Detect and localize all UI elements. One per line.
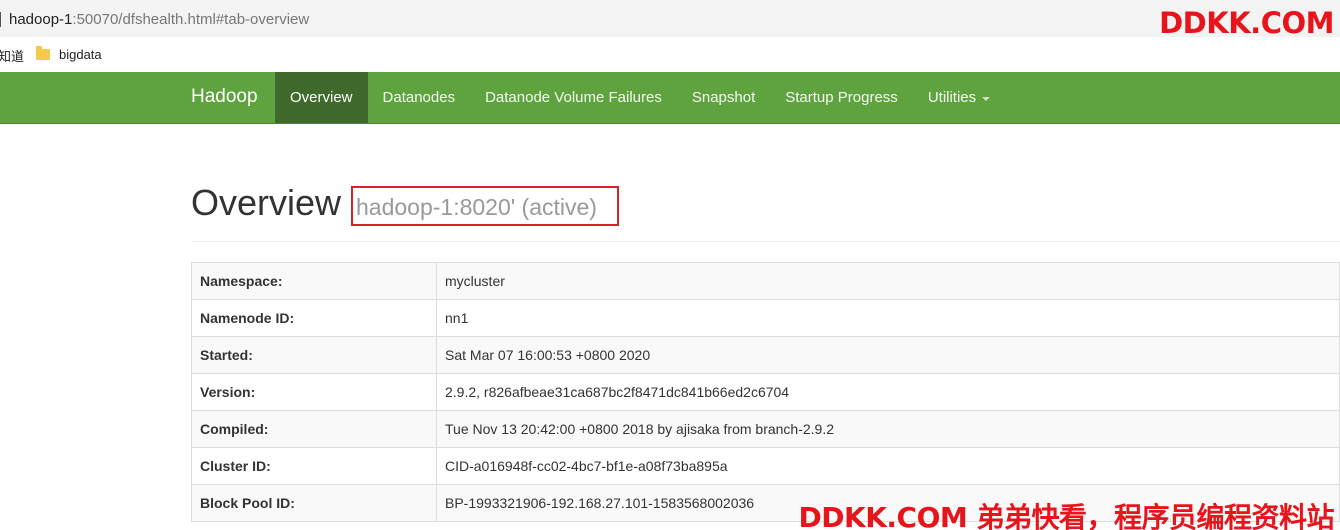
bookmark-folder-label: bigdata [59,46,102,62]
tab-label: Datanodes [382,89,456,106]
table-row: Namespace: mycluster [191,262,1340,300]
tab-overview[interactable]: Overview [275,72,368,123]
folder-icon [36,45,50,60]
navbar: Hadoop Overview Datanodes Datanode Volum… [0,72,1340,124]
overview-table: Namespace: mycluster Namenode ID: nn1 St… [191,262,1340,522]
page-header: Overview hadoop-1:8020' (active) [191,182,1340,242]
page-title: Overview [191,182,342,223]
tab-label: Overview [290,89,353,106]
url-text[interactable]: hadoop-1:50070/dfshealth.html#tab-overvi… [9,11,309,28]
table-row: Compiled: Tue Nov 13 20:42:00 +0800 2018… [191,410,1340,448]
bookmark-folder-bigdata[interactable]: bigdata [36,45,102,63]
url-host: hadoop-1 [9,11,73,28]
row-value: CID-a016948f-cc02-4bc7-bf1e-a08f73ba895a [436,447,1340,485]
namenode-status-highlighted: hadoop-1:8020' (active) [351,186,619,226]
tab-datanodes[interactable]: Datanodes [368,72,471,123]
tab-label: Datanode Volume Failures [485,89,662,106]
watermark-bottom: DDKK.COM 弟弟快看，程序员编程资料站 [798,501,1335,530]
watermark-top: DDKK.COM [1159,6,1334,40]
caret-down-icon [982,96,991,101]
tab-snapshot[interactable]: Snapshot [677,72,770,123]
table-row: Started: Sat Mar 07 16:00:53 +0800 2020 [191,336,1340,374]
tab-label: Startup Progress [785,89,898,106]
row-value: Tue Nov 13 20:42:00 +0800 2018 by ajisak… [436,410,1340,448]
row-key: Version: [191,373,437,411]
row-key: Compiled: [191,410,437,448]
bookmark-fragment[interactable]: 知道 [0,46,24,65]
row-key: Namespace: [191,262,437,300]
row-key: Block Pool ID: [191,484,437,522]
row-value: mycluster [436,262,1340,300]
row-key: Started: [191,336,437,374]
navbar-brand[interactable]: Hadoop [191,86,258,108]
row-value: nn1 [436,299,1340,337]
text-cursor [0,12,1,27]
tab-utilities-dropdown[interactable]: Utilities [913,72,1005,123]
table-row: Version: 2.9.2, r826afbeae31ca687bc2f847… [191,373,1340,411]
tab-label: Snapshot [691,89,756,106]
row-value: Sat Mar 07 16:00:53 +0800 2020 [436,336,1340,374]
bookmarks-bar: 知道 bigdata [0,37,1340,71]
table-row: Namenode ID: nn1 [191,299,1340,337]
row-value: 2.9.2, r826afbeae31ca687bc2f8471dc841b66… [436,373,1340,411]
tab-label: Utilities [927,89,977,106]
nav-menu: Overview Datanodes Datanode Volume Failu… [275,72,1005,123]
tab-datanode-volume-failures[interactable]: Datanode Volume Failures [470,72,677,123]
row-key: Cluster ID: [191,447,437,485]
url-path: :50070/dfshealth.html#tab-overview [72,11,310,28]
table-row: Cluster ID: CID-a016948f-cc02-4bc7-bf1e-… [191,447,1340,485]
address-bar[interactable]: hadoop-1:50070/dfshealth.html#tab-overvi… [0,0,1340,37]
tab-startup-progress[interactable]: Startup Progress [770,72,913,123]
row-key: Namenode ID: [191,299,437,337]
